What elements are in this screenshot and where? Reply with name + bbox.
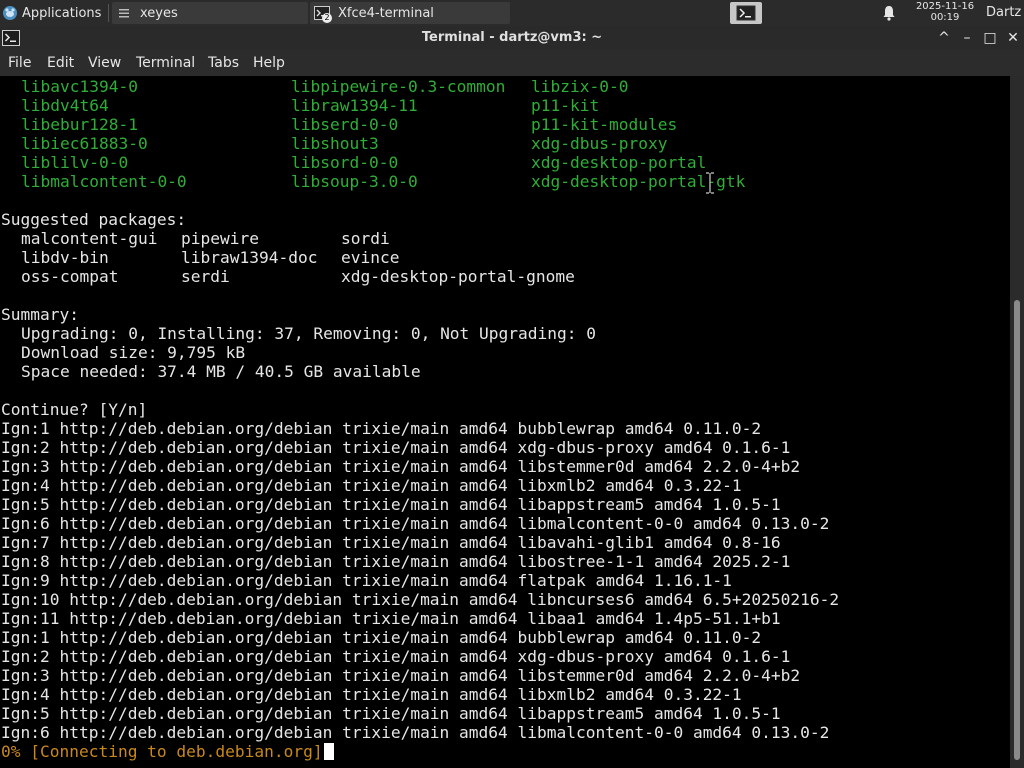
- apt-ign-line: Ign:10 http://deb.debian.org/debian trix…: [1, 590, 840, 609]
- apt-ign-line: Ign:5 http://deb.debian.org/debian trixi…: [1, 704, 781, 723]
- panel-separator: [108, 4, 109, 22]
- taskbar-item-label: Xfce4-terminal: [338, 5, 434, 21]
- terminal-output[interactable]: libavc1394-0 libpipewire-0.3-common libz…: [0, 76, 1010, 768]
- package-name: p11-kit: [531, 96, 600, 115]
- text-cursor: [323, 743, 334, 760]
- package-name: libmalcontent-0-0: [21, 172, 187, 191]
- clock-time: 00:19: [930, 12, 960, 23]
- apt-ign-line: Ign:4 http://deb.debian.org/debian trixi…: [1, 476, 742, 495]
- apt-ign-line: Ign:2 http://deb.debian.org/debian trixi…: [1, 647, 791, 666]
- package-name: libraw1394-11: [291, 96, 418, 115]
- applications-menu[interactable]: Applications: [0, 0, 108, 26]
- apt-ign-line: Ign:2 http://deb.debian.org/debian trixi…: [1, 438, 791, 457]
- summary-header: Summary:: [1, 305, 79, 324]
- package-name: libiec61883-0: [21, 134, 148, 153]
- maximize-button[interactable]: ^: [935, 29, 953, 47]
- minimize-button[interactable]: –: [958, 29, 976, 47]
- apt-ign-line: Ign:4 http://deb.debian.org/debian trixi…: [1, 685, 742, 704]
- package-name: libzix-0-0: [531, 77, 629, 96]
- apt-ign-line: Ign:3 http://deb.debian.org/debian trixi…: [1, 666, 801, 685]
- package-name: liblilv-0-0: [21, 153, 129, 172]
- window-list-icon: [119, 9, 129, 18]
- package-name: xdg-dbus-proxy: [531, 134, 668, 153]
- package-name: libebur128-1: [21, 115, 138, 134]
- scrollbar-thumb[interactable]: [1014, 300, 1020, 760]
- window-count-badge: 2: [322, 13, 332, 23]
- restore-button[interactable]: □: [981, 29, 999, 47]
- menu-edit[interactable]: Edit: [47, 50, 74, 76]
- continue-prompt: Continue? [Y/n]: [1, 400, 148, 419]
- apt-ign-line: Ign:1 http://deb.debian.org/debian trixi…: [1, 419, 762, 438]
- clock-date: 2025-11-16: [915, 1, 975, 12]
- suggested-package: sordi: [341, 229, 390, 248]
- menu-file[interactable]: File: [8, 50, 31, 76]
- progress-line: 0% [Connecting to deb.debian.org]: [1, 742, 334, 761]
- apt-ign-line: Ign:5 http://deb.debian.org/debian trixi…: [1, 495, 781, 514]
- suggested-package: xdg-desktop-portal-gnome: [341, 267, 575, 286]
- package-name: p11-kit-modules: [531, 115, 678, 134]
- taskbar-item-terminal[interactable]: 2 Xfce4-terminal: [310, 2, 510, 24]
- package-name: libsoup-3.0-0: [291, 172, 418, 191]
- suggested-package: pipewire: [181, 229, 259, 248]
- suggested-package: oss-compat: [21, 267, 119, 286]
- suggested-package: libdv-bin: [21, 248, 109, 267]
- apt-ign-line: Ign:6 http://deb.debian.org/debian trixi…: [1, 723, 830, 742]
- package-name: xdg-desktop-portal: [531, 153, 707, 172]
- package-name: libdv4t64: [21, 96, 109, 115]
- menu-tabs[interactable]: Tabs: [208, 50, 239, 76]
- terminal-icon: [736, 5, 756, 21]
- apt-ign-line: Ign:8 http://deb.debian.org/debian trixi…: [1, 552, 791, 571]
- apt-ign-line: Ign:11 http://deb.debian.org/debian trix…: [1, 609, 781, 628]
- package-name: libpipewire-0.3-common: [291, 77, 506, 96]
- apt-ign-line: Ign:1 http://deb.debian.org/debian trixi…: [1, 628, 762, 647]
- menubar: File Edit View Terminal Tabs Help: [0, 50, 1024, 76]
- applications-label: Applications: [22, 5, 102, 21]
- taskbar-item-xeyes[interactable]: xeyes: [112, 2, 308, 24]
- ibeam-pointer-icon: [706, 172, 714, 194]
- suggested-package: malcontent-gui: [21, 229, 158, 248]
- package-name: libsord-0-0: [291, 153, 399, 172]
- suggested-package: libraw1394-doc: [181, 248, 318, 267]
- menu-terminal[interactable]: Terminal: [136, 50, 195, 76]
- suggested-package: evince: [341, 248, 400, 267]
- package-name: libavc1394-0: [21, 77, 138, 96]
- bell-icon[interactable]: [881, 5, 897, 21]
- summary-line: Space needed: 37.4 MB / 40.5 GB availabl…: [21, 362, 421, 381]
- package-name: libshout3: [291, 134, 379, 153]
- top-panel: Applications xeyes 2 Xfce4-terminal 2025…: [0, 0, 1024, 26]
- summary-line: Download size: 9,795 kB: [21, 343, 246, 362]
- close-button[interactable]: ✕: [1004, 29, 1022, 47]
- menu-help[interactable]: Help: [253, 50, 285, 76]
- xfce-mouse-icon: [3, 6, 17, 20]
- progress-text: 0% [Connecting to deb.debian.org]: [1, 742, 323, 761]
- terminal-icon: 2: [314, 5, 332, 23]
- terminal-scrollbar[interactable]: [1010, 76, 1024, 768]
- taskbar-item-label: xeyes: [140, 5, 178, 21]
- apt-ign-line: Ign:3 http://deb.debian.org/debian trixi…: [1, 457, 801, 476]
- summary-line: Upgrading: 0, Installing: 37, Removing: …: [21, 324, 596, 343]
- apt-ign-line: Ign:9 http://deb.debian.org/debian trixi…: [1, 571, 732, 590]
- panel-clock[interactable]: 2025-11-16 00:19: [908, 1, 982, 25]
- terminal-launcher-button[interactable]: [730, 2, 762, 24]
- package-name: libserd-0-0: [291, 115, 399, 134]
- window-titlebar[interactable]: Terminal - dartz@vm3: ~ ^ – □ ✕: [0, 26, 1024, 50]
- suggested-package: serdi: [181, 267, 230, 286]
- apt-ign-line: Ign:6 http://deb.debian.org/debian trixi…: [1, 514, 830, 533]
- apt-ign-line: Ign:7 http://deb.debian.org/debian trixi…: [1, 533, 781, 552]
- window-title: Terminal - dartz@vm3: ~: [421, 30, 603, 45]
- suggested-header: Suggested packages:: [1, 210, 187, 229]
- menu-view[interactable]: View: [88, 50, 121, 76]
- user-menu[interactable]: Dartz: [986, 0, 1021, 26]
